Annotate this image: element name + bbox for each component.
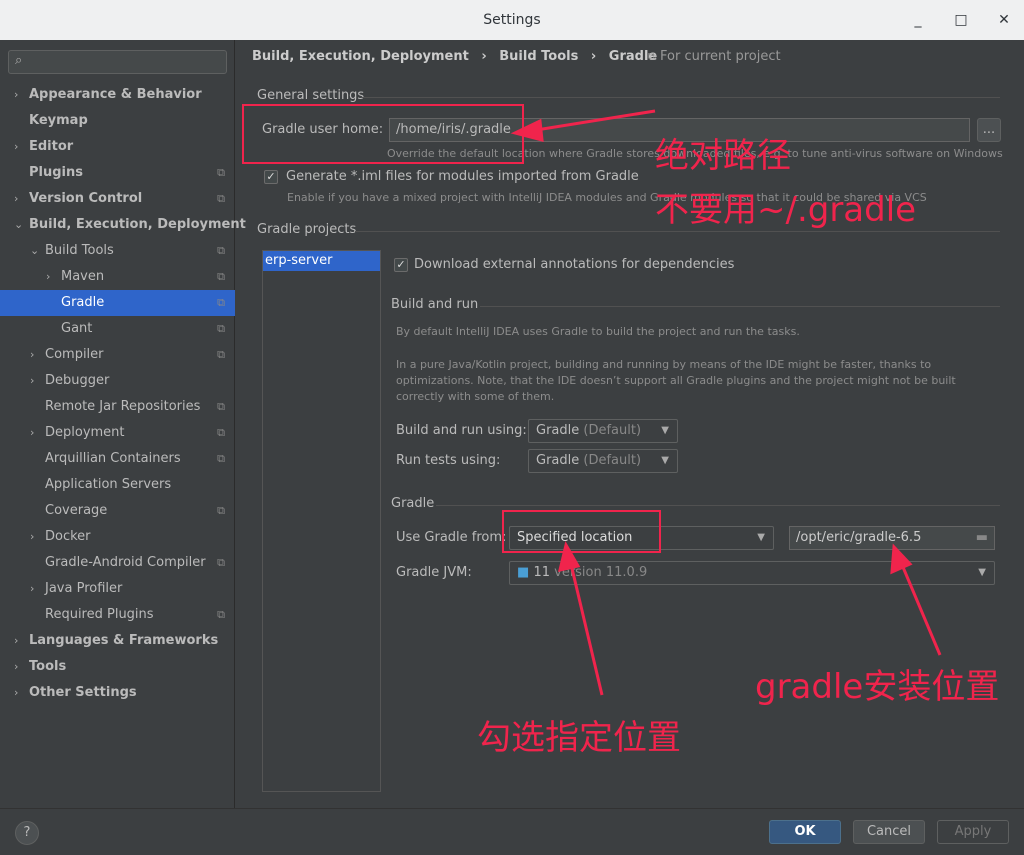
annotation-text: 勾选指定位置 (477, 718, 681, 758)
arrow-line (568, 559, 604, 696)
arrow-head (510, 118, 544, 142)
cancel-button[interactable]: Cancel (853, 820, 925, 844)
arrow-head (890, 543, 913, 575)
apply-button[interactable]: Apply (937, 820, 1009, 844)
arrow-head (557, 540, 581, 572)
annotation-text: 绝对路径 (655, 136, 791, 176)
ok-button[interactable]: OK (769, 820, 841, 844)
annotation-text: 不要用~/.gradle (655, 190, 917, 230)
arrow-line (898, 559, 942, 656)
help-button[interactable]: ? (15, 821, 39, 845)
annotation-text: gradle安装位置 (755, 667, 1000, 707)
arrow-line (529, 109, 656, 133)
